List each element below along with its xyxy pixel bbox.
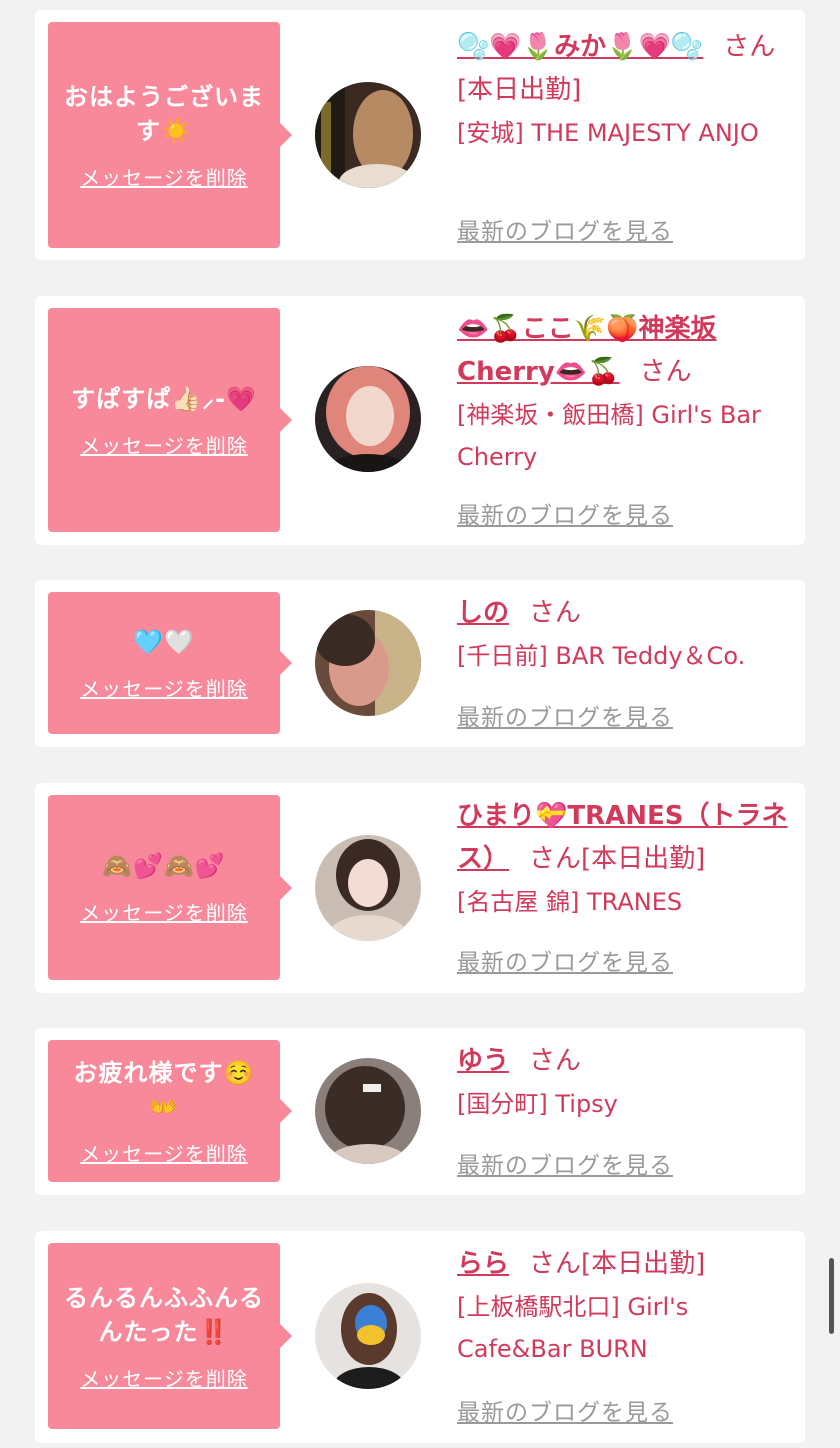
avatar[interactable] bbox=[315, 82, 421, 188]
message-bubble: 🙈💕🙈💕 メッセージを削除 bbox=[48, 795, 292, 980]
avatar[interactable] bbox=[315, 366, 421, 472]
attendance-tag: [本日出勤] bbox=[581, 1249, 706, 1279]
message-bubble: すぱすぱ👍🏻⸝-💗 メッセージを削除 bbox=[48, 308, 292, 532]
cast-info: 🫧💗🌷みか🌷💗🫧 さん [本日出勤] [安城] THE MAJESTY ANJO bbox=[457, 26, 797, 154]
delete-message-link[interactable]: メッセージを削除 bbox=[80, 1138, 248, 1167]
delete-message-link[interactable]: メッセージを削除 bbox=[80, 162, 248, 191]
cast-name-link[interactable]: しの bbox=[457, 598, 509, 628]
attendance-tag: [本日出勤] bbox=[581, 844, 706, 874]
cast-name-link[interactable]: 🫧💗🌷みか🌷💗🫧 bbox=[457, 32, 703, 62]
latest-blog-link[interactable]: 最新のブログを見る bbox=[457, 496, 673, 530]
message-bubble: おはようございます☀️ メッセージを削除 bbox=[48, 22, 292, 248]
shop-name: [名古屋 錦] TRANES bbox=[457, 888, 683, 916]
shop-name: [国分町] Tipsy bbox=[457, 1090, 618, 1118]
latest-blog-link[interactable]: 最新のブログを見る bbox=[457, 943, 673, 977]
latest-blog-link[interactable]: 最新のブログを見る bbox=[457, 1146, 673, 1180]
message-card: るんるんふふんるんたった‼️ メッセージを削除 らら さん[本日出勤] [上板橋駅… bbox=[35, 1231, 805, 1443]
message-text: 🩵🤍 bbox=[133, 627, 195, 656]
shop-name: [神楽坂・飯田橋] Girl's Bar Cherry bbox=[457, 401, 761, 471]
honorific: さん bbox=[723, 32, 776, 62]
cast-info: しの さん [千日前] BAR Teddy＆Co. bbox=[457, 592, 797, 677]
message-text: 🙈💕🙈💕 bbox=[102, 852, 226, 880]
message-text: すぱすぱ👍🏻⸝-💗 bbox=[71, 384, 257, 413]
honorific: さん bbox=[639, 357, 692, 387]
message-card: 🙈💕🙈💕 メッセージを削除 ひまり💝TRANES（トラネス） さん[本日出勤] [… bbox=[35, 783, 805, 993]
avatar[interactable] bbox=[315, 1283, 421, 1389]
latest-blog-link[interactable]: 最新のブログを見る bbox=[457, 212, 673, 246]
cast-name-link[interactable]: らら bbox=[457, 1249, 509, 1279]
cast-name-link[interactable]: ゆう bbox=[457, 1046, 509, 1076]
message-card: すぱすぱ👍🏻⸝-💗 メッセージを削除 👄🍒ここ🌾🍑神楽坂Cherry👄🍒 さん [… bbox=[35, 296, 805, 545]
cast-info: ゆう さん [国分町] Tipsy bbox=[457, 1040, 797, 1125]
shop-name: [上板橋駅北口] Girl's Cafe&Bar BURN bbox=[457, 1293, 689, 1363]
message-text: るんるんふふんるんたった‼️ bbox=[64, 1283, 264, 1346]
message-text: おはようございます☀️ bbox=[64, 82, 264, 145]
honorific: さん bbox=[529, 844, 582, 874]
delete-message-link[interactable]: メッセージを削除 bbox=[80, 430, 248, 459]
honorific: さん bbox=[529, 1249, 582, 1279]
attendance-tag: [本日出勤] bbox=[457, 75, 582, 105]
honorific: さん bbox=[529, 1046, 582, 1076]
message-card: おはようございます☀️ メッセージを削除 🫧💗🌷みか🌷💗🫧 さん [本日出勤] [安… bbox=[35, 10, 805, 260]
shop-name: [安城] THE MAJESTY ANJO bbox=[457, 119, 759, 147]
message-card: お疲れ様です☺️👐 メッセージを削除 ゆう さん [国分町] Tipsy 最新のブ… bbox=[35, 1028, 805, 1195]
message-bubble: お疲れ様です☺️👐 メッセージを削除 bbox=[48, 1040, 292, 1182]
delete-message-link[interactable]: メッセージを削除 bbox=[80, 897, 248, 926]
avatar[interactable] bbox=[315, 1058, 421, 1164]
message-bubble: 🩵🤍 メッセージを削除 bbox=[48, 592, 292, 734]
cast-info: らら さん[本日出勤] [上板橋駅北口] Girl's Cafe&Bar BURN bbox=[457, 1243, 797, 1370]
avatar[interactable] bbox=[315, 610, 421, 716]
message-card: 🩵🤍 メッセージを削除 しの さん [千日前] BAR Teddy＆Co. 最新の… bbox=[35, 580, 805, 747]
honorific: さん bbox=[529, 598, 582, 628]
message-text: お疲れ様です☺️👐 bbox=[73, 1058, 255, 1121]
message-bubble: るんるんふふんるんたった‼️ メッセージを削除 bbox=[48, 1243, 292, 1429]
cast-info: ひまり💝TRANES（トラネス） さん[本日出勤] [名古屋 錦] TRANES bbox=[457, 795, 797, 923]
latest-blog-link[interactable]: 最新のブログを見る bbox=[457, 698, 673, 732]
shop-name: [千日前] BAR Teddy＆Co. bbox=[457, 642, 746, 670]
latest-blog-link[interactable]: 最新のブログを見る bbox=[457, 1393, 673, 1427]
cast-info: 👄🍒ここ🌾🍑神楽坂Cherry👄🍒 さん [神楽坂・飯田橋] Girl's Bar… bbox=[457, 308, 797, 478]
avatar[interactable] bbox=[315, 835, 421, 941]
delete-message-link[interactable]: メッセージを削除 bbox=[80, 1363, 248, 1392]
scrollbar[interactable] bbox=[829, 1258, 834, 1334]
delete-message-link[interactable]: メッセージを削除 bbox=[80, 673, 248, 702]
